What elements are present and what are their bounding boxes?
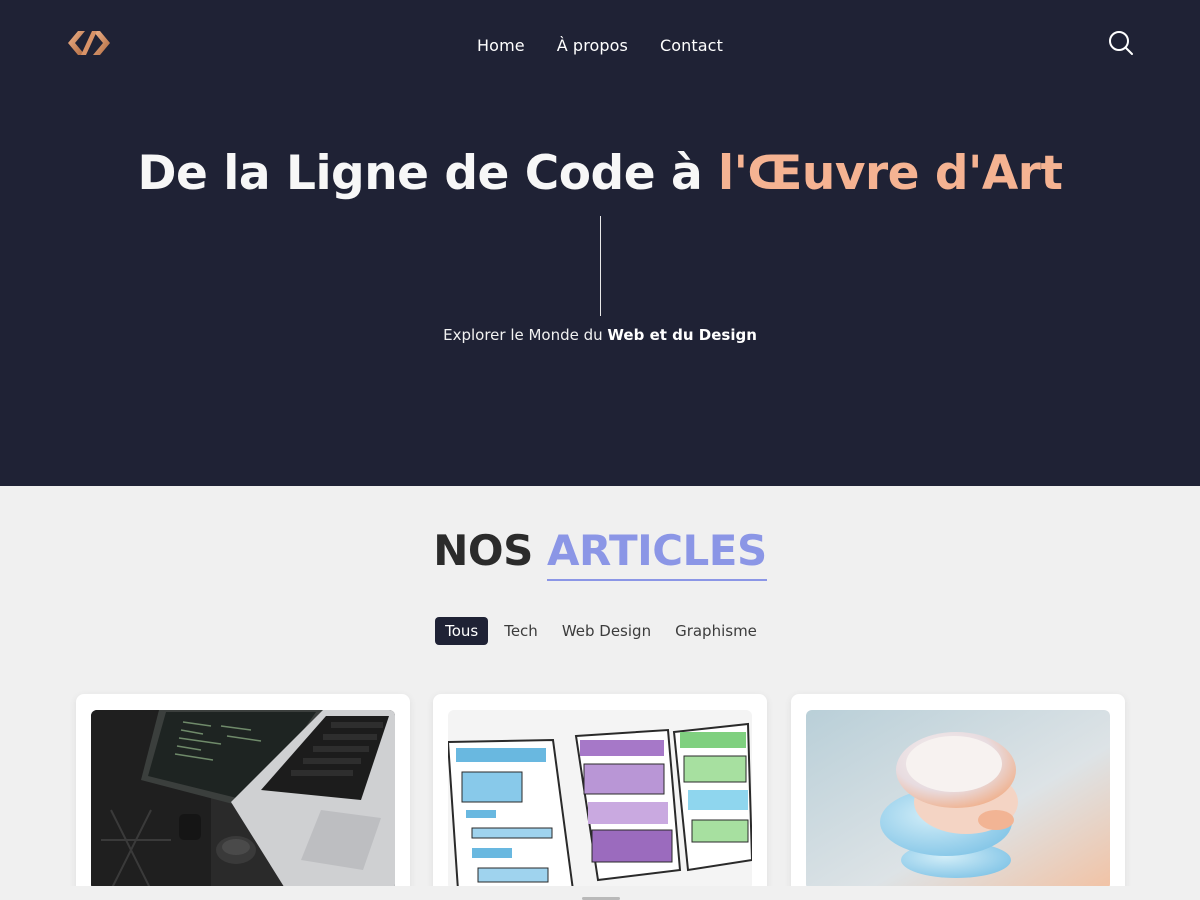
nav-link-about[interactable]: À propos <box>557 36 628 55</box>
articles-title: NOS ARTICLES <box>0 525 1200 581</box>
main-nav: Home À propos Contact <box>0 36 1200 55</box>
filter-graphisme[interactable]: Graphisme <box>667 617 765 645</box>
nav-link-home[interactable]: Home <box>477 36 525 55</box>
filter-tech[interactable]: Tech <box>496 617 546 645</box>
search-icon[interactable] <box>1107 29 1135 57</box>
articles-title-accent: ARTICLES <box>546 525 767 581</box>
hero-section: Home À propos Contact De la Ligne de Cod… <box>0 0 1200 486</box>
nav-link-contact[interactable]: Contact <box>660 36 723 55</box>
wireframe-sketch-photo[interactable] <box>448 710 752 890</box>
hero-divider <box>600 216 601 316</box>
hero-subtitle: Explorer le Monde du Web et du Design <box>0 326 1200 344</box>
article-card[interactable] <box>76 694 410 900</box>
laptop-photo[interactable] <box>91 710 395 890</box>
hero-subtitle-main: Explorer le Monde du <box>443 326 608 344</box>
article-filters: Tous Tech Web Design Graphisme <box>0 617 1200 645</box>
hero-title-main: De la Ligne de Code à <box>137 146 719 201</box>
filter-all[interactable]: Tous <box>435 617 489 645</box>
hero-subtitle-bold: Web et du Design <box>607 326 757 344</box>
article-card[interactable] <box>433 694 767 900</box>
hero-title-accent: l'Œuvre d'Art <box>718 146 1063 201</box>
abstract-3d-render[interactable] <box>806 710 1110 890</box>
articles-title-main: NOS <box>433 526 547 575</box>
hero-title: De la Ligne de Code à l'Œuvre d'Art <box>0 146 1200 201</box>
article-card[interactable] <box>791 694 1125 900</box>
filter-web-design[interactable]: Web Design <box>554 617 659 645</box>
